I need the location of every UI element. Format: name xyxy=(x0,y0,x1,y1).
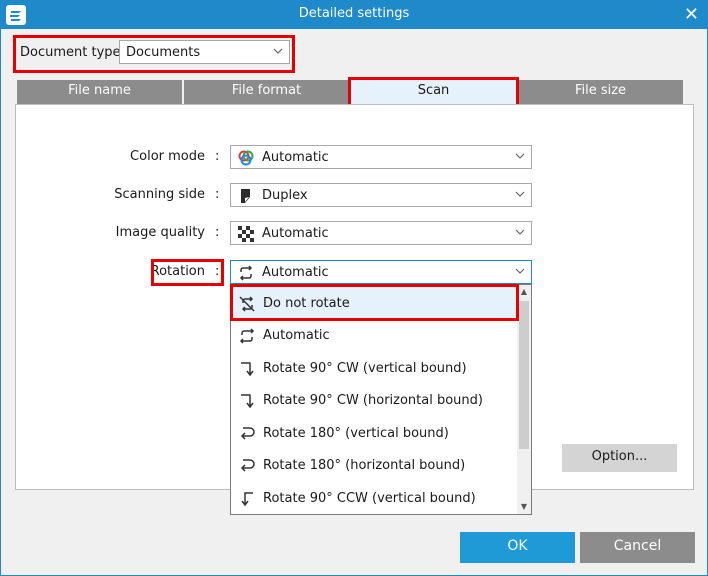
document-type-value: Documents xyxy=(126,45,201,60)
scanning-side-label: Scanning side xyxy=(114,187,205,202)
rotation-option-label: Rotate 90° CW (vertical bound) xyxy=(263,361,467,376)
rotation-option-label: Rotate 90° CW (horizontal bound) xyxy=(263,393,483,408)
color-mode-value: Automatic xyxy=(262,150,329,165)
rotation-option-automatic[interactable]: Automatic xyxy=(231,319,518,351)
rotation-option-label: Rotate 180° (vertical bound) xyxy=(263,426,449,441)
rotation-dropdown-list: Do not rotate Automatic Rotate 90° CW (v… xyxy=(230,284,532,515)
rotate-ccw-icon xyxy=(241,492,253,507)
detailed-settings-window: Detailed settings ✕ Document type: Docum… xyxy=(0,0,708,576)
rotation-option-90cw-horizontal[interactable]: Rotate 90° CW (horizontal bound) xyxy=(231,384,518,416)
tab-file-name[interactable]: File name xyxy=(17,80,182,104)
rotate-cw-icon xyxy=(241,362,254,377)
rotation-option-180-vertical[interactable]: Rotate 180° (vertical bound) xyxy=(231,417,518,449)
rotation-option-do-not-rotate[interactable]: Do not rotate xyxy=(231,287,518,319)
rotation-option-label: Rotate 90° CCW (vertical bound) xyxy=(263,491,476,506)
document-type-select[interactable]: Documents xyxy=(119,40,290,64)
color-mode-label: Color mode xyxy=(130,149,205,164)
chevron-down-icon xyxy=(515,268,525,274)
rotation-option-90cw-vertical[interactable]: Rotate 90° CW (vertical bound) xyxy=(231,352,518,384)
chevron-down-icon xyxy=(515,153,525,159)
rotation-value: Automatic xyxy=(262,265,329,280)
rotation-select[interactable]: Automatic xyxy=(230,260,532,284)
rotation-option-label: Do not rotate xyxy=(263,296,350,311)
no-rotate-icon xyxy=(239,296,255,312)
auto-rotate-icon xyxy=(239,265,253,281)
option-button[interactable]: Option... xyxy=(562,444,677,472)
scanning-side-value: Duplex xyxy=(262,188,308,203)
scanning-side-select[interactable]: Duplex xyxy=(230,183,532,207)
auto-rotate-icon xyxy=(239,328,255,344)
rotation-option-label: Automatic xyxy=(263,328,330,343)
scrollbar-thumb[interactable] xyxy=(519,301,529,449)
document-type-label: Document type: xyxy=(20,45,125,60)
color-mode-select[interactable]: Automatic xyxy=(230,145,532,169)
image-quality-label: Image quality xyxy=(115,225,205,240)
image-quality-value: Automatic xyxy=(262,226,329,241)
rotate-180-icon xyxy=(240,427,255,440)
rotation-option-90ccw-vertical[interactable]: Rotate 90° CCW (vertical bound) xyxy=(231,482,518,514)
dropdown-scrollbar[interactable]: ▲ ▼ xyxy=(517,285,531,514)
color-mode-icon xyxy=(238,150,254,166)
title-bar: Detailed settings ✕ xyxy=(1,1,707,29)
close-icon[interactable]: ✕ xyxy=(684,4,699,25)
window-title: Detailed settings xyxy=(298,6,410,21)
chevron-down-icon xyxy=(515,229,525,235)
image-quality-select[interactable]: Automatic xyxy=(230,221,532,245)
cancel-button[interactable]: Cancel xyxy=(580,532,695,563)
chevron-down-icon xyxy=(273,48,283,54)
scanning-side-colon: : xyxy=(215,187,220,202)
duplex-icon xyxy=(241,189,250,203)
image-quality-colon: : xyxy=(215,225,220,240)
rotate-180-icon xyxy=(240,459,255,472)
rotation-option-180-horizontal[interactable]: Rotate 180° (horizontal bound) xyxy=(231,449,518,481)
tab-scan[interactable]: Scan xyxy=(351,80,516,104)
rotation-option-label: Rotate 180° (horizontal bound) xyxy=(263,458,466,473)
ok-button[interactable]: OK xyxy=(460,532,575,563)
tab-file-size[interactable]: File size xyxy=(518,80,683,104)
chevron-down-icon xyxy=(515,191,525,197)
tab-file-format[interactable]: File format xyxy=(184,80,349,104)
scroll-up-icon[interactable]: ▲ xyxy=(517,285,531,299)
scroll-down-icon[interactable]: ▼ xyxy=(517,500,531,514)
rotation-label: Rotation xyxy=(150,264,205,279)
rotate-cw-icon xyxy=(241,394,254,409)
color-mode-colon: : xyxy=(215,149,220,164)
rotation-colon: : xyxy=(215,264,220,279)
checkerboard-icon xyxy=(238,226,254,242)
